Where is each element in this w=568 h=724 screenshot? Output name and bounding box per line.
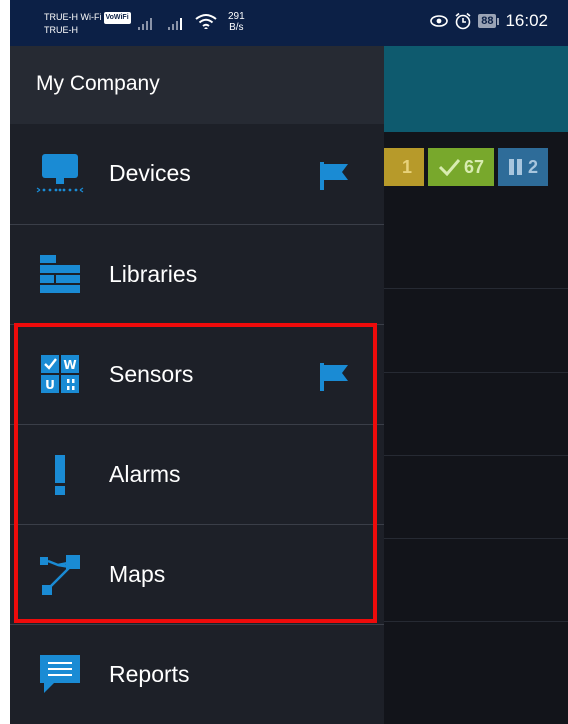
battery-icon: 88	[478, 14, 497, 28]
signal-icon	[138, 18, 152, 30]
data-rate-value: 291	[228, 11, 245, 22]
background-divider	[384, 621, 568, 622]
drawer-item-label: Reports	[109, 661, 190, 687]
monitor-icon	[36, 154, 84, 193]
pause-icon	[508, 159, 522, 175]
drawer-item-label: Libraries	[109, 261, 198, 287]
background-divider	[384, 372, 568, 373]
wifi-icon	[195, 14, 217, 29]
carrier-line-2: TRUE-H	[44, 25, 78, 35]
highlight-box	[14, 323, 377, 623]
ok-count: 67	[463, 156, 485, 177]
data-rate: 291 B/s	[228, 11, 245, 33]
vowifi-badge: VoWiFi	[103, 12, 131, 24]
background-divider	[384, 538, 568, 539]
background-divider	[384, 288, 568, 289]
background-divider	[384, 455, 568, 456]
chat-bubble-icon	[40, 655, 80, 693]
clock: 16:02	[505, 11, 548, 30]
signal-icon-2	[168, 18, 182, 30]
carrier-info: TRUE-H Wi-Fi VoWiFi TRUE-H	[44, 11, 131, 36]
background-app-header	[384, 46, 568, 132]
drawer-item-devices[interactable]: Devices	[10, 124, 384, 224]
check-icon	[438, 159, 460, 176]
status-bar: TRUE-H Wi-Fi VoWiFi TRUE-H 291 B/s 88 16:…	[10, 0, 568, 46]
libraries-icon	[40, 255, 80, 293]
alarm-clock-icon	[455, 12, 471, 30]
paused-status-chip[interactable]: 2	[498, 148, 548, 186]
drawer-item-libraries[interactable]: Libraries	[10, 225, 384, 325]
data-rate-unit: B/s	[229, 22, 244, 33]
status-right: 88 16:02	[430, 11, 548, 31]
warning-count: 1	[401, 156, 412, 177]
background-app-body	[384, 132, 568, 724]
paused-count: 2	[527, 156, 538, 177]
app-screen: TRUE-H Wi-Fi VoWiFi TRUE-H 291 B/s 88 16:…	[10, 0, 568, 724]
company-name: My Company	[36, 72, 160, 95]
carrier-line-1: TRUE-H Wi-Fi	[44, 12, 102, 22]
warning-status-chip[interactable]: 1	[384, 148, 424, 186]
ok-status-chip[interactable]: 67	[428, 148, 494, 186]
flag-icon	[320, 162, 348, 190]
drawer-header[interactable]: My Company	[10, 46, 384, 124]
drawer-item-reports[interactable]: Reports	[10, 625, 384, 724]
eye-icon	[430, 15, 449, 27]
drawer-item-label: Devices	[109, 160, 191, 186]
